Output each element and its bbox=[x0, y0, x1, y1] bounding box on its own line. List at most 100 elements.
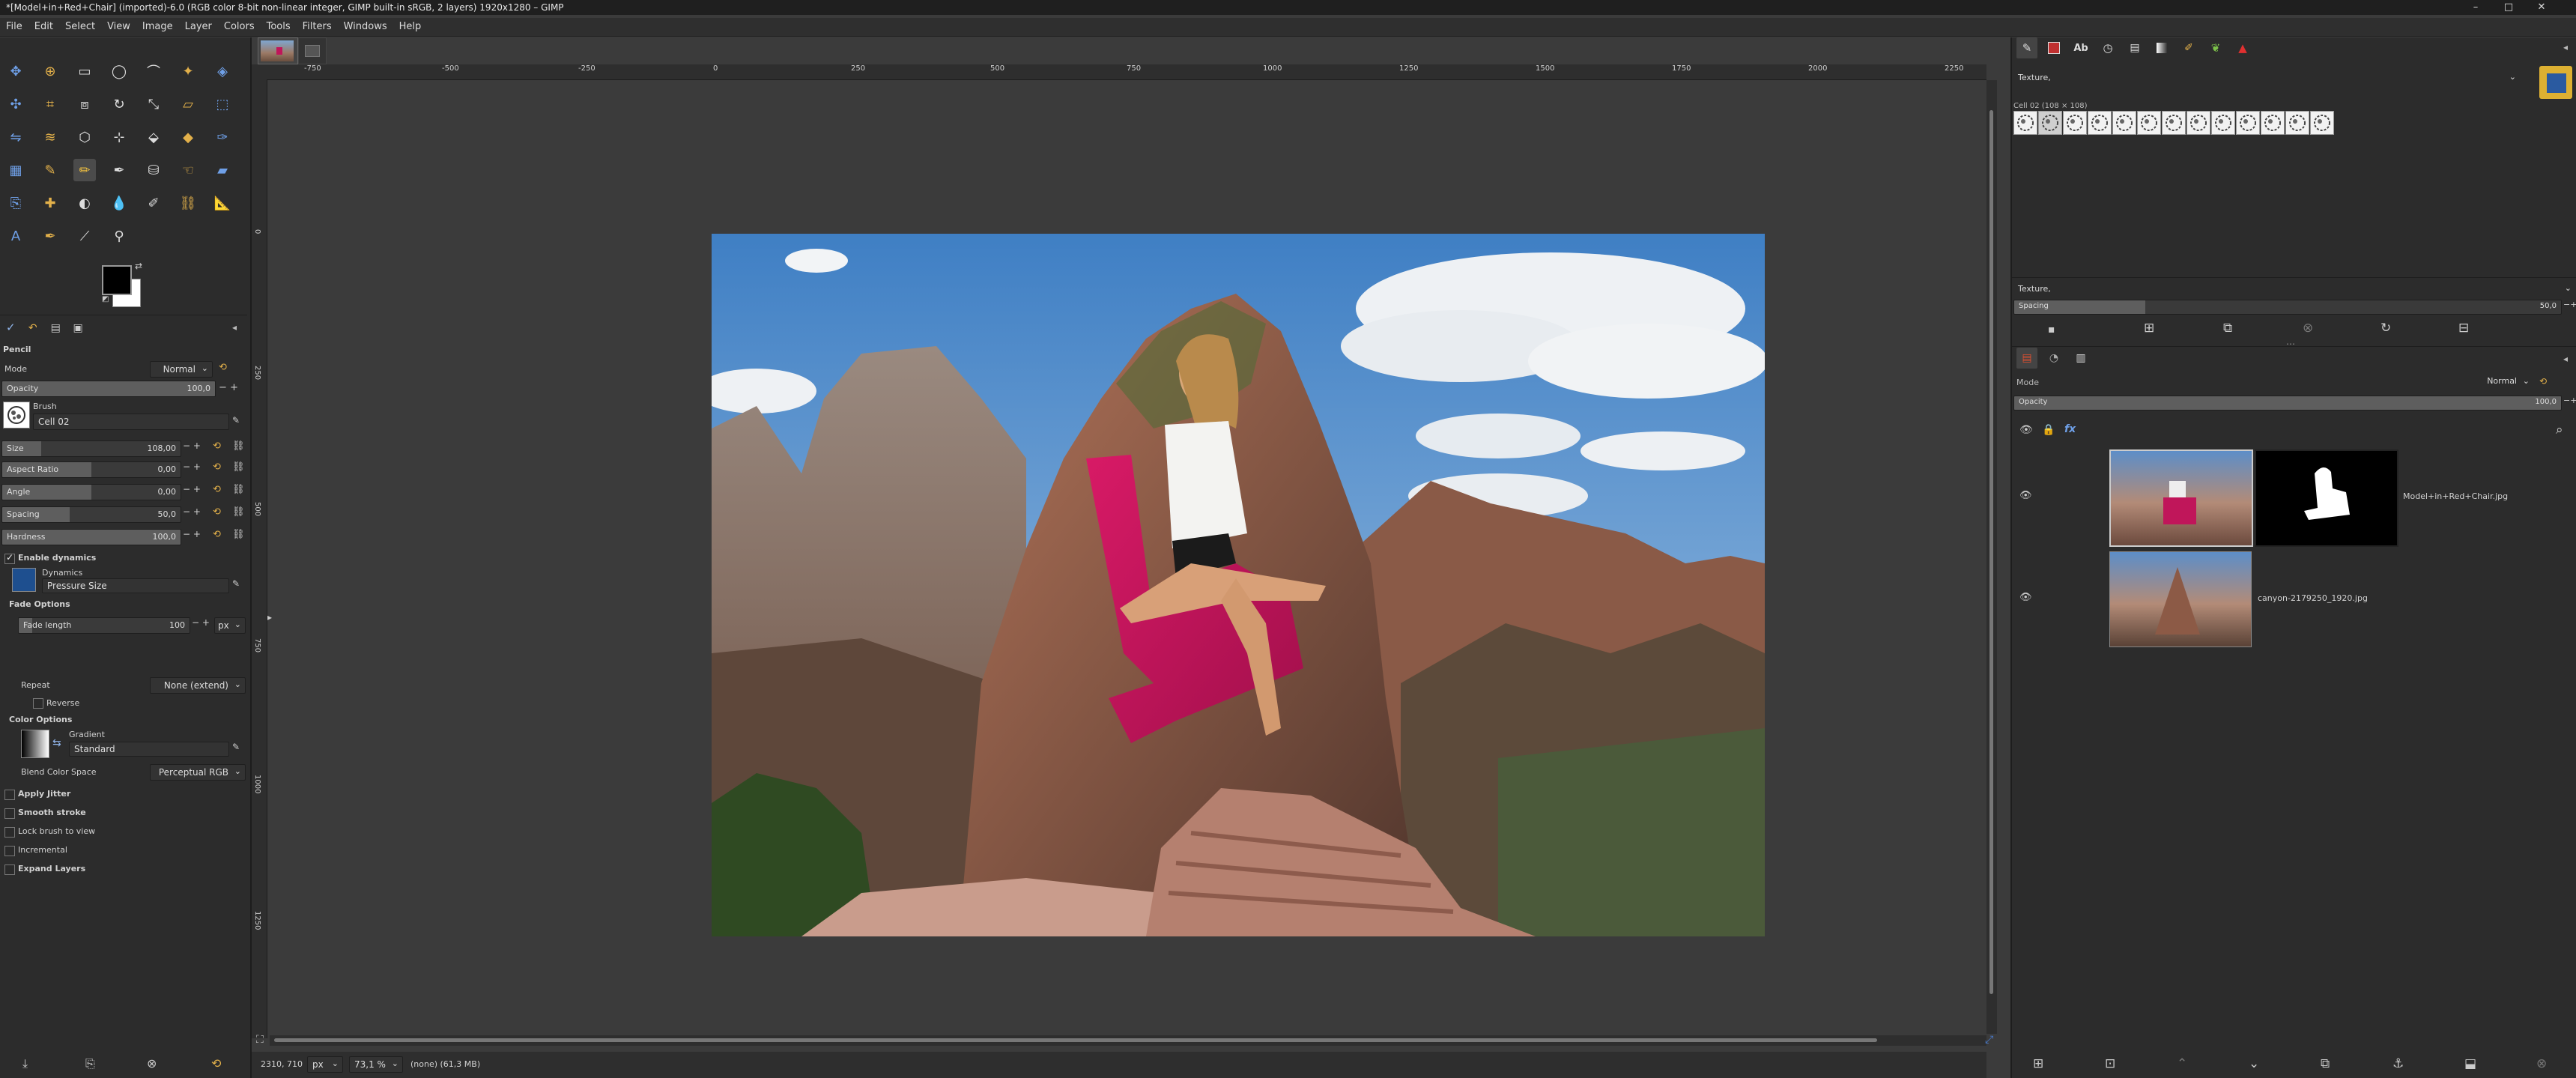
foreground-select-icon[interactable]: ◈ bbox=[211, 60, 234, 82]
brush-spacing-slider[interactable]: Spacing 50,0 bbox=[2013, 300, 2562, 315]
brush-thumbnail[interactable] bbox=[2038, 111, 2062, 135]
text-tool-icon[interactable]: A bbox=[4, 225, 27, 247]
angle-slider[interactable]: Angle 0,00 bbox=[1, 484, 181, 500]
lower-layer-icon[interactable]: ⌄ bbox=[2249, 1056, 2259, 1071]
open-brush-folder-icon[interactable]: ⊟ bbox=[2458, 321, 2469, 336]
refresh-brushes-icon[interactable]: ↻ bbox=[2380, 321, 2391, 336]
navigate-icon[interactable]: ⛶ bbox=[256, 1034, 264, 1046]
configure-tab-icon[interactable]: ◂ bbox=[2563, 354, 2568, 364]
hardness-link-icon[interactable]: ⛓ bbox=[232, 529, 245, 540]
paths-tool-icon[interactable]: ✑ bbox=[211, 126, 234, 148]
gradient-preview[interactable] bbox=[21, 730, 49, 758]
rotate-tool-icon[interactable]: ↻ bbox=[108, 93, 130, 115]
hardness-stepper[interactable]: − + bbox=[183, 529, 201, 539]
brush-thumbnail[interactable] bbox=[2310, 111, 2334, 135]
enable-dynamics-checkbox[interactable] bbox=[4, 552, 15, 564]
menu-tools[interactable]: Tools bbox=[261, 18, 297, 36]
reverse-checkbox[interactable] bbox=[33, 698, 43, 709]
size-link-icon[interactable]: ⛓ bbox=[232, 440, 245, 452]
spacing-link-icon[interactable]: ⛓ bbox=[232, 506, 245, 518]
foreground-color-swatch[interactable] bbox=[102, 265, 132, 295]
minimize-button[interactable]: – bbox=[2459, 0, 2492, 15]
close-window-button[interactable]: ✕ bbox=[2525, 0, 2558, 15]
reset-options-icon[interactable]: ⟲ bbox=[211, 1056, 221, 1071]
layer-row[interactable]: 👁 Model+in+Red+Chair.jpg bbox=[2012, 448, 2576, 548]
eraser-tool-icon[interactable]: ▰ bbox=[211, 159, 234, 181]
gradient-tool-icon[interactable]: ▦ bbox=[4, 159, 27, 181]
edit-brush-icon[interactable]: ▪ bbox=[2048, 324, 2055, 336]
brush-edit-icon[interactable]: ✎ bbox=[232, 415, 240, 426]
menu-help[interactable]: Help bbox=[393, 18, 428, 36]
swap-colors-icon[interactable]: ⇄ bbox=[135, 261, 142, 271]
brush-thumbnail[interactable] bbox=[2063, 111, 2087, 135]
spacing-reset-icon[interactable]: ⟲ bbox=[213, 506, 221, 518]
brush-thumbnail[interactable] bbox=[2236, 111, 2260, 135]
seamless-clone-icon[interactable]: ◆ bbox=[177, 126, 199, 148]
zoom-on-resize-icon[interactable]: ⤢ bbox=[1985, 1034, 1993, 1046]
patterns-tab-icon[interactable] bbox=[2043, 37, 2064, 58]
aspect-ratio-reset-icon[interactable]: ⟲ bbox=[213, 461, 221, 473]
brush-thumbnail[interactable] bbox=[2211, 111, 2235, 135]
anchor-layer-icon[interactable]: ⚓ bbox=[2392, 1056, 2404, 1071]
layer-opacity-stepper[interactable]: −+ bbox=[2563, 396, 2576, 405]
align-tool-icon[interactable]: ⊕ bbox=[39, 60, 61, 82]
brush-thumbnail[interactable] bbox=[2186, 111, 2210, 135]
angle-link-icon[interactable]: ⛓ bbox=[232, 484, 245, 495]
menu-filters[interactable]: Filters bbox=[297, 18, 338, 36]
menu-layer[interactable]: Layer bbox=[179, 18, 218, 36]
fade-length-stepper[interactable]: − + bbox=[192, 617, 210, 628]
angle-stepper[interactable]: − + bbox=[183, 484, 201, 494]
layer-name[interactable]: canyon-2179250_1920.jpg bbox=[2258, 593, 2368, 603]
paths-tool-2-icon[interactable]: ⟋ bbox=[73, 225, 96, 247]
rect-select-icon[interactable]: ▭ bbox=[73, 60, 96, 82]
images-tab-icon[interactable]: ▣ bbox=[73, 322, 92, 334]
layer-thumbnail[interactable] bbox=[2109, 449, 2253, 547]
menu-select[interactable]: Select bbox=[59, 18, 101, 36]
scale-tool-icon[interactable]: ⤡ bbox=[142, 93, 165, 115]
delete-brush-icon[interactable]: ⊗ bbox=[2303, 321, 2313, 336]
incremental-checkbox[interactable] bbox=[4, 846, 15, 856]
mypaint-brushes-tab-icon[interactable]: ❦ bbox=[2205, 37, 2226, 58]
blur-tool-icon[interactable]: 💧 bbox=[108, 192, 130, 214]
tool-options-tab-icon[interactable]: ✓ bbox=[6, 321, 25, 334]
ink-tool-icon[interactable]: ✒ bbox=[108, 159, 130, 181]
layer-opacity-slider[interactable]: Opacity 100,0 bbox=[2013, 396, 2562, 411]
quick-mask-icon[interactable]: ▸ bbox=[267, 612, 278, 627]
menu-image[interactable]: Image bbox=[136, 18, 179, 36]
fonts-tab-icon[interactable]: Ab bbox=[2070, 37, 2091, 58]
brush-thumbnail[interactable] bbox=[2137, 111, 2161, 135]
gradients-tab-icon[interactable] bbox=[2151, 37, 2172, 58]
dodge-burn-icon[interactable]: ◐ bbox=[73, 192, 96, 214]
configure-tab-icon[interactable]: ◂ bbox=[2563, 42, 2568, 52]
fade-length-slider[interactable]: Fade length 100 bbox=[18, 617, 190, 634]
brush-tag-filter[interactable]: Texture, ⌄ bbox=[2013, 70, 2520, 87]
templates-tab-icon[interactable]: ▤ bbox=[2124, 37, 2145, 58]
paths-tab-icon[interactable]: ▥ bbox=[2070, 348, 2091, 369]
image-tab[interactable] bbox=[258, 37, 298, 64]
vertical-ruler[interactable]: 0 250 500 750 1000 1250 bbox=[252, 79, 267, 1038]
eye-icon[interactable]: 👁 bbox=[2019, 490, 2032, 501]
heal-tool-icon[interactable]: ✚ bbox=[39, 192, 61, 214]
vertical-scrollbar[interactable] bbox=[1986, 80, 1997, 1034]
brush-thumbnail[interactable] bbox=[2261, 111, 2285, 135]
menu-edit[interactable]: Edit bbox=[28, 18, 59, 36]
visibility-header-icon[interactable]: 👁 bbox=[2019, 424, 2033, 436]
duplicate-layer-icon[interactable]: ⧉ bbox=[2321, 1056, 2330, 1071]
measure-tool-icon[interactable]: 📐 bbox=[211, 192, 234, 214]
warning-tab-icon[interactable]: ▲ bbox=[2232, 37, 2253, 58]
history-tab-icon[interactable]: ◷ bbox=[2097, 37, 2118, 58]
save-options-icon[interactable]: ⤓ bbox=[22, 1056, 28, 1071]
panel-grip-icon[interactable]: ⋯ bbox=[2286, 339, 2295, 349]
fuzzy-select-icon[interactable]: ✦ bbox=[177, 60, 199, 82]
pencil-tool-icon[interactable]: ✏ bbox=[73, 159, 96, 181]
mode-select[interactable]: Normal ⌄ bbox=[150, 361, 213, 378]
zoom-select[interactable]: 73,1 % ⌄ bbox=[349, 1056, 403, 1073]
device-status-tab-icon[interactable]: ↶ bbox=[28, 322, 48, 334]
canvas-image[interactable] bbox=[712, 234, 1765, 936]
brush-thumbnail[interactable] bbox=[2112, 111, 2136, 135]
color-select-icon[interactable]: ✣ bbox=[4, 93, 27, 115]
shear-tool-icon[interactable]: ▱ bbox=[177, 93, 199, 115]
aspect-ratio-link-icon[interactable]: ⛓ bbox=[232, 461, 245, 473]
clone-perspective-icon[interactable]: ⛓ bbox=[177, 192, 199, 214]
menu-file[interactable]: File bbox=[0, 18, 28, 36]
